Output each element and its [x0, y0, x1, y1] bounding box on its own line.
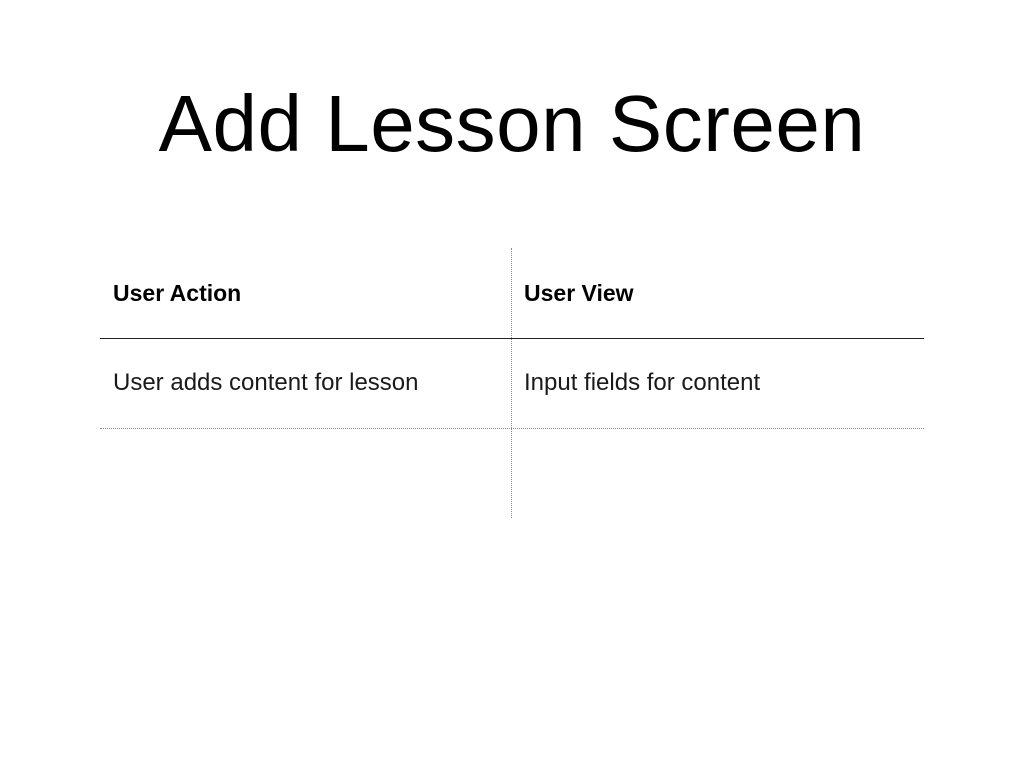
header-user-action: User Action	[113, 279, 242, 306]
cell-user-action-empty	[100, 428, 511, 518]
cell-user-view: Input fields for content	[524, 369, 761, 396]
header-user-view: User View	[524, 279, 634, 306]
action-view-table: User Action User View User adds content …	[100, 248, 924, 518]
cell-user-view-empty	[511, 428, 924, 518]
slide-title: Add Lesson Screen	[158, 79, 866, 168]
table-row: User adds content for lesson Input field…	[100, 338, 924, 428]
table-header-row: User Action User View	[100, 248, 924, 338]
table-row	[100, 428, 924, 518]
cell-user-action: User adds content for lesson	[113, 369, 419, 396]
slide: Add Lesson Screen User Action User View …	[0, 0, 1024, 768]
